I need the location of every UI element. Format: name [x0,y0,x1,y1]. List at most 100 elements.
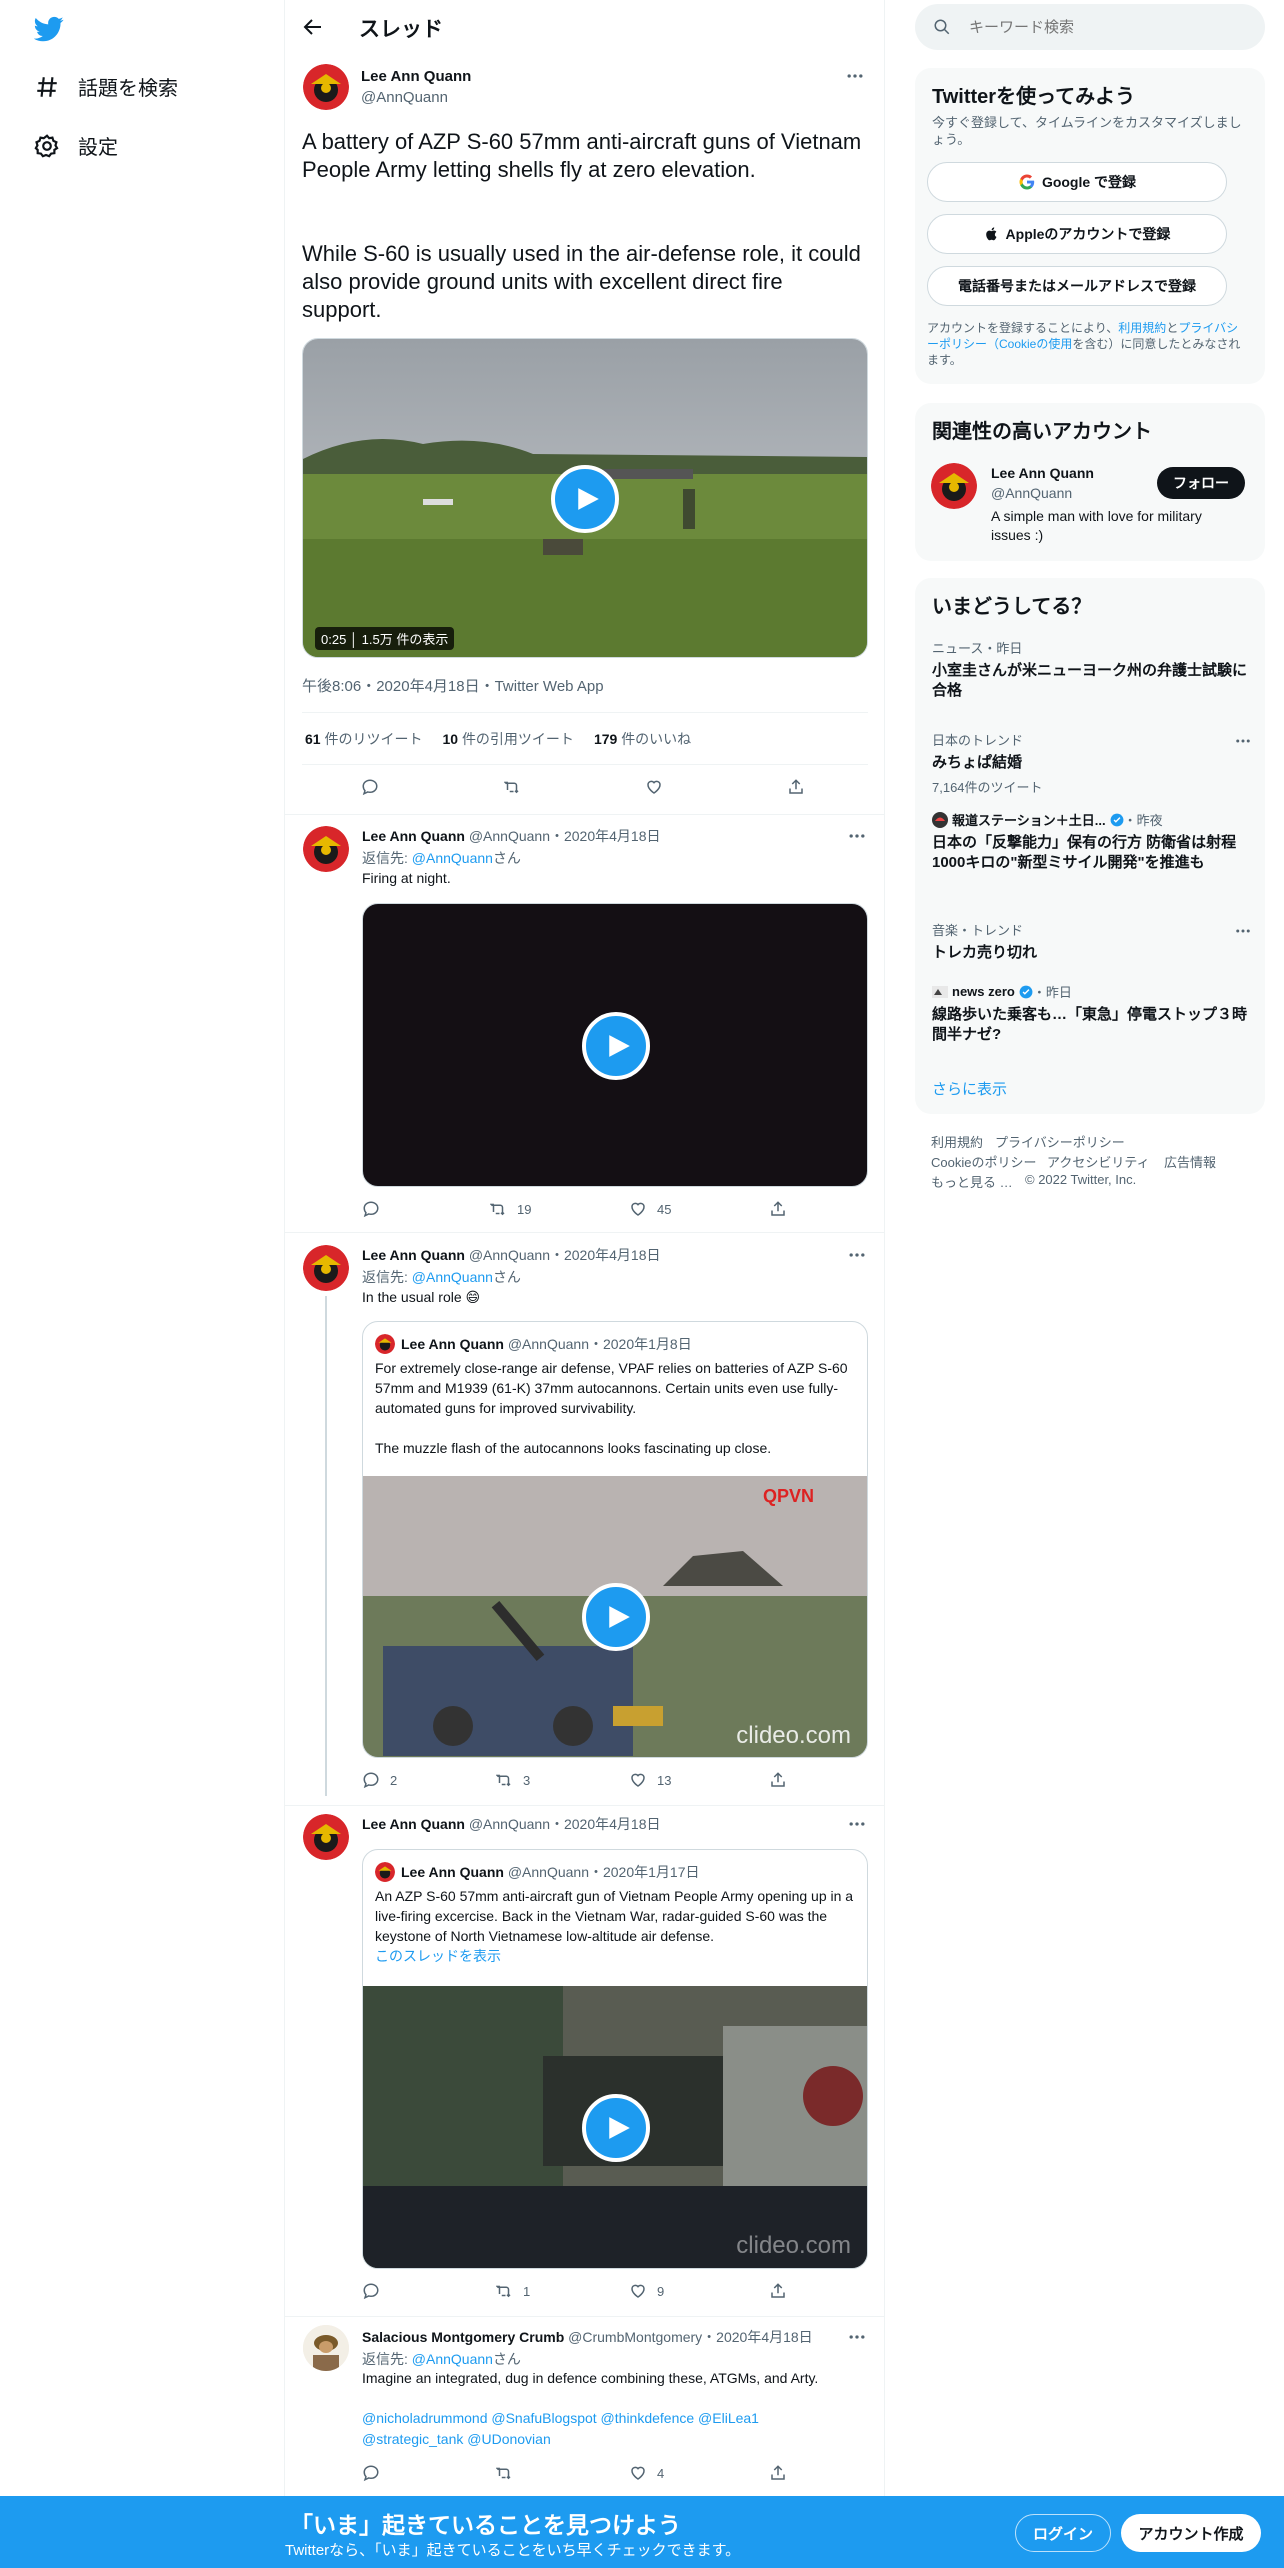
footer-more-link[interactable]: もっと見る … [931,1172,1013,1191]
back-arrow-icon[interactable] [301,15,325,39]
search-box[interactable] [915,4,1265,50]
show-thread-link[interactable]: このスレッドを表示 [375,1946,501,1966]
reply-button[interactable] [361,778,389,796]
play-button[interactable] [551,465,619,533]
author-name[interactable]: Lee Ann Quann [362,1816,465,1832]
quoted-video[interactable]: clideo.com [363,1986,867,2268]
author-name[interactable]: Lee Ann Quann [361,68,471,85]
trend-item[interactable]: news zero ・昨日 線路歩いた乗客も…「東急」停電ストップ３時間半ナゼ? [932,982,1252,1045]
signup-button[interactable]: アカウント作成 [1121,2514,1261,2552]
retweet-button[interactable] [503,778,531,796]
reply-button[interactable]: 2 [362,1771,397,1789]
footer-ads-link[interactable]: 広告情報 [1164,1152,1216,1171]
avatar[interactable] [931,463,977,509]
reply-to-prefix: 返信先: [362,2351,412,2367]
retweet-stat[interactable]: 61 件のリツイート [305,729,422,749]
reply-to-handle[interactable]: @AnnQuann [412,1269,493,1285]
footer-privacy-link[interactable]: プライバシーポリシー [995,1132,1125,1151]
video-player[interactable]: 0:25 │ 1.5万 件の表示 [302,338,868,658]
share-icon [789,779,803,794]
author-name[interactable]: Lee Ann Quann [362,1247,465,1263]
avatar[interactable] [303,1245,349,1291]
share-button[interactable] [769,1771,797,1789]
avatar[interactable] [303,1814,349,1860]
phone-email-signup-button[interactable]: 電話番号またはメールアドレスで登録 [927,266,1227,306]
share-button[interactable] [769,2464,797,2482]
handle-date: @AnnQuann・2020年4月18日 [468,1247,661,1263]
watermark: clideo.com [736,2232,851,2259]
google-signup-button[interactable]: Google で登録 [927,162,1227,202]
trend-item[interactable]: ニュース・昨日 小室圭さんが米ニューヨーク州の弁護士試験に合格 [932,638,1252,701]
tweet-stats: 61 件のリツイート 10 件の引用ツイート 179 件のいいね [305,729,691,749]
like-stat[interactable]: 179 件のいいね [594,729,691,749]
quote-label: 件の引用ツイート [461,731,574,747]
like-button[interactable]: 45 [629,1200,671,1218]
nav-explore[interactable]: 話題を検索 [34,72,178,101]
trend-item[interactable]: 報道ステーション＋土日... ・昨夜 日本の「反撃能力」保有の行方 防衛省は射程… [932,810,1252,873]
twitter-logo-icon[interactable] [34,14,64,44]
quoted-tweet[interactable]: Lee Ann Quann @AnnQuann・2020年1月8日 For ex… [362,1321,868,1758]
trend-item[interactable]: 音楽・トレンド トレカ売り切れ [932,920,1252,963]
more-options-icon[interactable] [847,1814,867,1834]
footer-accessibility-link[interactable]: アクセシビリティ [1047,1152,1150,1171]
video-player[interactable] [362,903,868,1187]
avatar[interactable] [303,2325,349,2371]
search-input[interactable] [969,14,1249,40]
more-options-icon[interactable] [847,1245,867,1265]
mentions-line-1[interactable]: @nicholadrummond @SnafuBlogspot @thinkde… [362,2410,759,2426]
more-options-icon[interactable] [847,826,867,846]
share-icon [771,2465,785,2480]
footer-terms-link[interactable]: 利用規約 [931,1132,983,1151]
reply-to-suffix: さん [492,1269,521,1285]
like-button[interactable]: 13 [629,1771,671,1789]
play-button[interactable] [582,2094,650,2162]
more-options-icon[interactable] [845,66,865,86]
play-button[interactable] [582,1583,650,1651]
reply-to-handle[interactable]: @AnnQuann [412,850,493,866]
quoted-video[interactable]: QPVN clideo.com [363,1476,867,1757]
avatar[interactable] [303,826,349,872]
avatar[interactable] [303,64,349,110]
reply-button[interactable] [362,1200,390,1218]
more-options-icon[interactable] [1234,732,1252,750]
like-count: 4 [657,2465,665,2481]
reply-button[interactable] [362,2282,390,2300]
author-name[interactable]: Lee Ann Quann [362,828,465,844]
retweet-button[interactable] [495,2464,523,2482]
show-more-link[interactable]: さらに表示 [932,1078,1007,1099]
trend-item[interactable]: 日本のトレンド みちょぱ結婚 7,164件のツイート [932,730,1252,796]
footer-cookie-link[interactable]: Cookieのポリシー [931,1152,1036,1171]
nav-settings[interactable]: 設定 [34,131,118,160]
share-button[interactable] [769,1200,797,1218]
signup-terms: アカウントを登録することにより、利用規約とプライバシーポリシー（Cookieの使… [927,320,1247,368]
retweet-button[interactable]: 3 [495,1771,530,1789]
share-button[interactable] [769,2282,797,2300]
follow-button[interactable]: フォロー [1157,467,1245,499]
related-name[interactable]: Lee Ann Quann [991,465,1094,481]
like-button[interactable] [645,778,673,796]
retweet-button[interactable]: 19 [489,1200,531,1218]
heart-icon [631,1202,645,1216]
like-button[interactable]: 4 [629,2464,664,2482]
reply-count: 2 [390,1772,398,1788]
trend-headline: 日本の「反撃能力」保有の行方 防衛省は射程1000キロの"新型ミサイル開発"を推… [932,834,1237,871]
reply-to-handle[interactable]: @AnnQuann [412,2351,493,2367]
retweet-button[interactable]: 1 [495,2282,530,2300]
apple-signup-button[interactable]: Appleのアカウントで登録 [927,214,1227,254]
login-button[interactable]: ログイン [1015,2514,1111,2552]
play-button[interactable] [582,1012,650,1080]
terms-link[interactable]: 利用規約 [1118,321,1166,335]
share-button[interactable] [787,778,815,796]
quoted-tweet[interactable]: Lee Ann Quann @AnnQuann・2020年1月17日 An AZ… [362,1849,868,2269]
reply-button[interactable] [362,2464,390,2482]
author-handle[interactable]: @AnnQuann [361,89,448,106]
retweet-count: 3 [523,1772,531,1788]
like-button[interactable]: 9 [629,2282,664,2300]
more-options-icon[interactable] [1234,922,1252,940]
reply-to-suffix: さん [492,850,521,866]
quote-stat[interactable]: 10 件の引用ツイート [442,729,573,749]
mentions-line-2[interactable]: @strategic_tank @UDonovian [362,2431,551,2447]
author-name[interactable]: Salacious Montgomery Crumb [362,2329,564,2345]
like-label: 件のいいね [621,731,692,747]
more-options-icon[interactable] [847,2327,867,2347]
